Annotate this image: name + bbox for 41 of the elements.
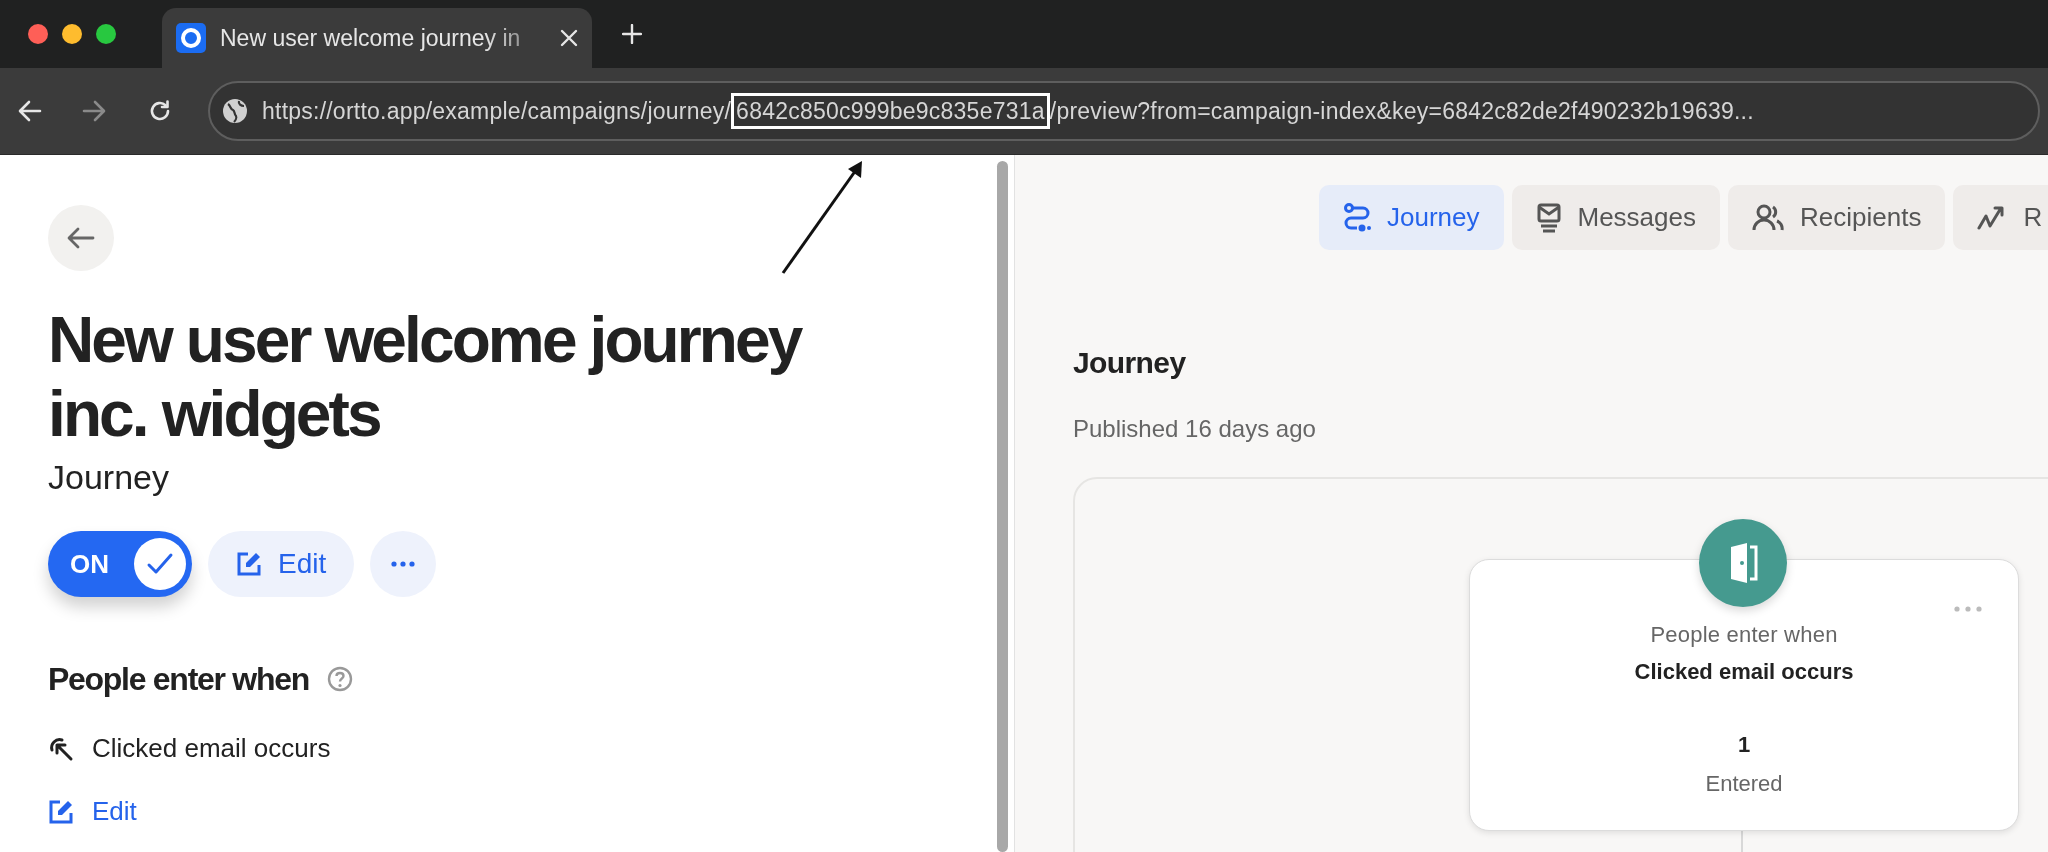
check-icon: [146, 552, 174, 576]
trigger-text: Clicked email occurs: [92, 732, 331, 765]
tab-title: New user welcome journey in: [220, 23, 521, 53]
globe-icon: [222, 98, 248, 124]
view-tab[interactable]: Messages: [1511, 185, 1720, 250]
help-icon[interactable]: [327, 666, 353, 692]
view-tab[interactable]: Recipients: [1728, 185, 1946, 250]
reload-icon[interactable]: [148, 99, 172, 123]
back-arrow-icon: [67, 227, 95, 249]
entered-label: Entered: [1705, 770, 1783, 798]
node-label: People enter when: [1650, 621, 1838, 649]
section-title: People enter when: [48, 660, 309, 699]
edit-icon: [236, 551, 262, 577]
campaign-title: New user welcome journey inc. widgets: [48, 303, 803, 451]
view-tab[interactable]: R: [1953, 185, 2048, 250]
forward-arrow-icon[interactable]: [82, 100, 106, 122]
published-text: Published 16 days ago: [1073, 414, 1317, 444]
journey-heading: Journey: [1073, 345, 1187, 381]
address-bar[interactable]: https://ortto.app/example/campaigns/journey/ 6842c850c999be9c835e731a /preview?from=campaign-index&key=6842c82de2f490232b19639...: [208, 81, 2040, 141]
browser-tab[interactable]: New user welcome journey in: [162, 8, 592, 68]
close-icon[interactable]: [560, 29, 578, 47]
scrollbar[interactable]: [997, 161, 1008, 852]
new-tab-icon[interactable]: [622, 24, 642, 44]
view-tab[interactable]: Journey: [1319, 185, 1504, 250]
entered-count: 1: [1737, 731, 1751, 759]
more-icon: [391, 561, 416, 567]
campaign-type: Journey: [48, 457, 170, 498]
back-arrow-icon[interactable]: [18, 100, 42, 122]
edit-link[interactable]: Edit: [48, 792, 137, 831]
on-toggle[interactable]: ON: [48, 531, 192, 597]
edit-icon: [48, 798, 74, 825]
cursor-click-icon: [48, 735, 74, 762]
route-icon: [1343, 202, 1371, 233]
node-trigger: Clicked email occurs: [1634, 658, 1854, 686]
edit-button[interactable]: Edit: [208, 531, 355, 597]
url-text: https://ortto.app/example/campaigns/journey/ 6842c850c999be9c835e731a /preview?from=campaign-index&key=6842c82de2f490232b19639...: [262, 93, 1754, 129]
site-logo-icon: [176, 23, 206, 53]
people-icon: [1752, 203, 1784, 232]
journey-node-card[interactable]: People enter when Clicked email occurs 1 Entered: [1469, 559, 2019, 831]
inbox-icon: [1535, 202, 1562, 233]
door-icon: [1699, 519, 1787, 607]
